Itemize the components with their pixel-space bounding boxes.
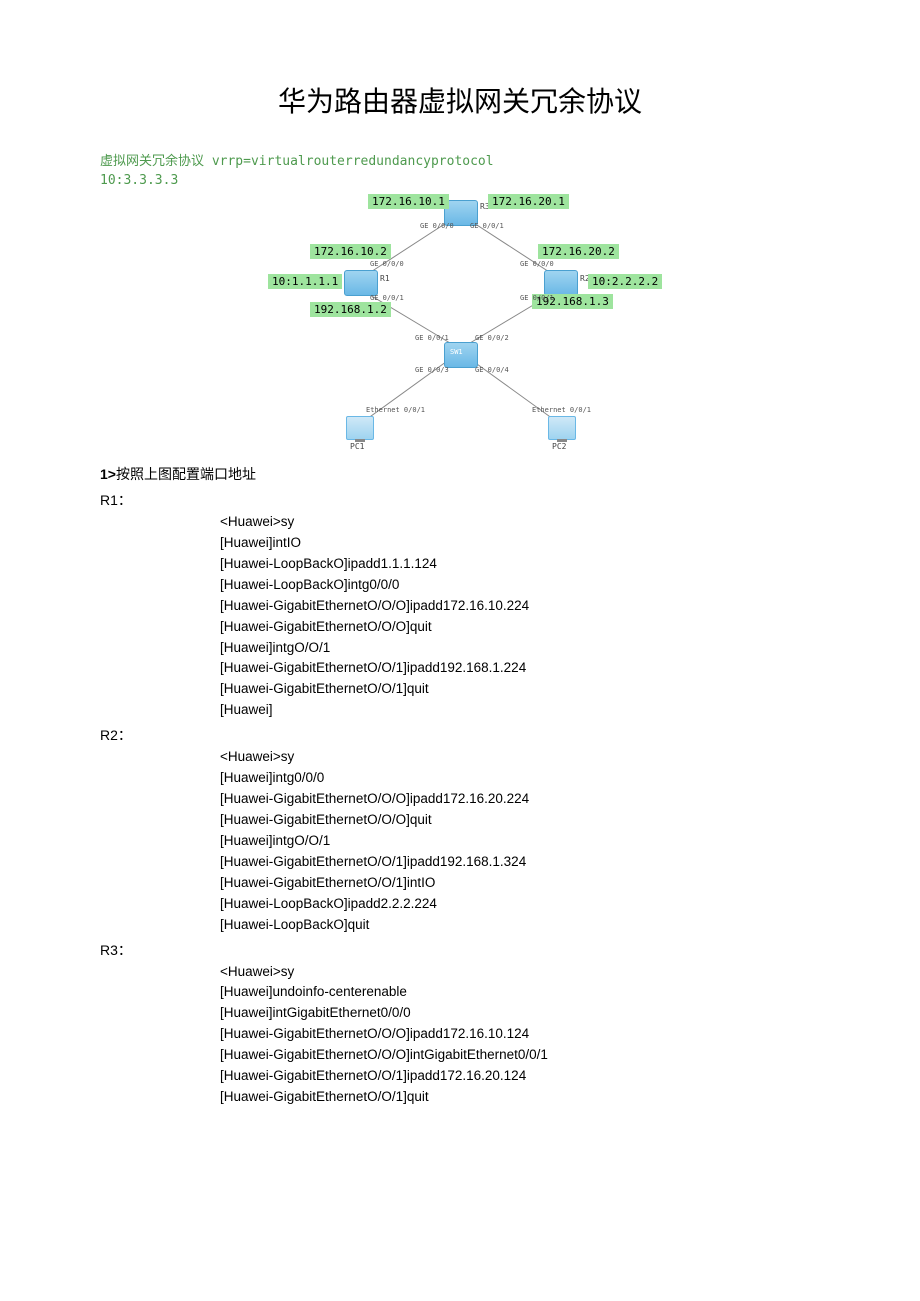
ip-r3-right: 172.16.20.1 bbox=[488, 194, 569, 209]
port-r3-ge000: GE 0/0/0 bbox=[420, 222, 454, 230]
vrrp-heading: 虚拟网关冗余协议 vrrp=virtualrouterredundancypro… bbox=[100, 150, 820, 169]
page-title: 华为路由器虚拟网关冗余协议 bbox=[100, 80, 820, 120]
code-line: [Huawei-GigabitEthernetO/O/O]quit bbox=[220, 810, 820, 831]
port-pc2-eth: Ethernet 0/0/1 bbox=[532, 406, 591, 414]
r2-label: R2： bbox=[100, 725, 820, 745]
code-line: [Huawei]intgO/O/1 bbox=[220, 831, 820, 852]
code-line: [Huawei-GigabitEthernetO/O/1]ipadd192.16… bbox=[220, 658, 820, 679]
topology-diagram: R3 R1 R2 SW1 PC1 PC2 172.16.10.1 172.16.… bbox=[250, 194, 670, 454]
port-r1-ge001: GE 0/0/1 bbox=[370, 294, 404, 302]
code-line: [Huawei-LoopBackO]quit bbox=[220, 915, 820, 936]
ip-r2-up: 172.16.20.2 bbox=[538, 244, 619, 259]
label-sw1: SW1 bbox=[450, 348, 463, 356]
document-page: 华为路由器虚拟网关冗余协议 虚拟网关冗余协议 vrrp=virtualroute… bbox=[0, 0, 920, 1301]
code-line: [Huawei-GigabitEthernetO/O/O]ipadd172.16… bbox=[220, 789, 820, 810]
code-line: [Huawei-GigabitEthernetO/O/1]ipadd192.16… bbox=[220, 852, 820, 873]
ip-r1-down: 192.168.1.2 bbox=[310, 302, 391, 317]
section-heading: 1>按照上图配置端口地址 bbox=[100, 464, 820, 484]
label-r1: R1 bbox=[380, 274, 390, 283]
code-line: [Huawei-GigabitEthernetO/O/1]quit bbox=[220, 1087, 820, 1108]
port-r2-ge001: GE 0/0/1 bbox=[520, 294, 554, 302]
device-r2 bbox=[544, 270, 578, 296]
code-line: [Huawei] bbox=[220, 700, 820, 721]
code-line: [Huawei-LoopBackO]ipadd1.1.1.124 bbox=[220, 554, 820, 575]
port-r3-ge001: GE 0/0/1 bbox=[470, 222, 504, 230]
r3-code: <Huawei>sy [Huawei]undoinfo-centerenable… bbox=[220, 962, 820, 1108]
code-line: [Huawei-LoopBackO]ipadd2.2.2.224 bbox=[220, 894, 820, 915]
label-pc2: PC2 bbox=[552, 442, 566, 451]
code-line: <Huawei>sy bbox=[220, 747, 820, 768]
code-line: [Huawei]intg0/0/0 bbox=[220, 768, 820, 789]
code-line: [Huawei]intgO/O/1 bbox=[220, 638, 820, 659]
ip-r2-lo: 10:2.2.2.2 bbox=[588, 274, 662, 289]
topology-diagram-wrap: R3 R1 R2 SW1 PC1 PC2 172.16.10.1 172.16.… bbox=[100, 194, 820, 454]
label-pc1: PC1 bbox=[350, 442, 364, 451]
r3-label: R3： bbox=[100, 940, 820, 960]
code-line: [Huawei-GigabitEthernetO/O/O]quit bbox=[220, 617, 820, 638]
code-line: [Huawei-GigabitEthernetO/O/O]intGigabitE… bbox=[220, 1045, 820, 1066]
code-line: <Huawei>sy bbox=[220, 512, 820, 533]
port-pc1-eth: Ethernet 0/0/1 bbox=[366, 406, 425, 414]
ip-r1-up: 172.16.10.2 bbox=[310, 244, 391, 259]
port-sw-ge001: GE 0/0/1 bbox=[415, 334, 449, 342]
code-line: [Huawei-GigabitEthernetO/O/1]quit bbox=[220, 679, 820, 700]
topology-links bbox=[250, 194, 670, 454]
code-line: [Huawei]intIO bbox=[220, 533, 820, 554]
code-line: [Huawei-GigabitEthernetO/O/O]ipadd172.16… bbox=[220, 596, 820, 617]
code-line: [Huawei-LoopBackO]intg0/0/0 bbox=[220, 575, 820, 596]
code-line: [Huawei-GigabitEthernetO/O/1]intIO bbox=[220, 873, 820, 894]
port-sw-ge003: GE 0/0/3 bbox=[415, 366, 449, 374]
vrrp-loopback: 10:3.3.3.3 bbox=[100, 173, 820, 188]
code-line: <Huawei>sy bbox=[220, 962, 820, 983]
code-line: [Huawei]undoinfo-centerenable bbox=[220, 982, 820, 1003]
device-pc2 bbox=[548, 416, 576, 440]
device-r1 bbox=[344, 270, 378, 296]
port-sw-ge004: GE 0/0/4 bbox=[475, 366, 509, 374]
r2-code: <Huawei>sy [Huawei]intg0/0/0 [Huawei-Gig… bbox=[220, 747, 820, 935]
code-line: [Huawei-GigabitEthernetO/O/1]ipadd172.16… bbox=[220, 1066, 820, 1087]
ip-r3-left: 172.16.10.1 bbox=[368, 194, 449, 209]
r1-code: <Huawei>sy [Huawei]intIO [Huawei-LoopBac… bbox=[220, 512, 820, 721]
port-r2-ge000: GE 0/0/0 bbox=[520, 260, 554, 268]
section-text: 按照上图配置端口地址 bbox=[116, 466, 256, 482]
ip-r1-lo: 10:1.1.1.1 bbox=[268, 274, 342, 289]
port-sw-ge002: GE 0/0/2 bbox=[475, 334, 509, 342]
code-line: [Huawei]intGigabitEthernet0/0/0 bbox=[220, 1003, 820, 1024]
r1-label: R1： bbox=[100, 490, 820, 510]
code-line: [Huawei-GigabitEthernetO/O/O]ipadd172.16… bbox=[220, 1024, 820, 1045]
device-pc1 bbox=[346, 416, 374, 440]
port-r1-ge000: GE 0/0/0 bbox=[370, 260, 404, 268]
section-num: 1> bbox=[100, 466, 116, 482]
